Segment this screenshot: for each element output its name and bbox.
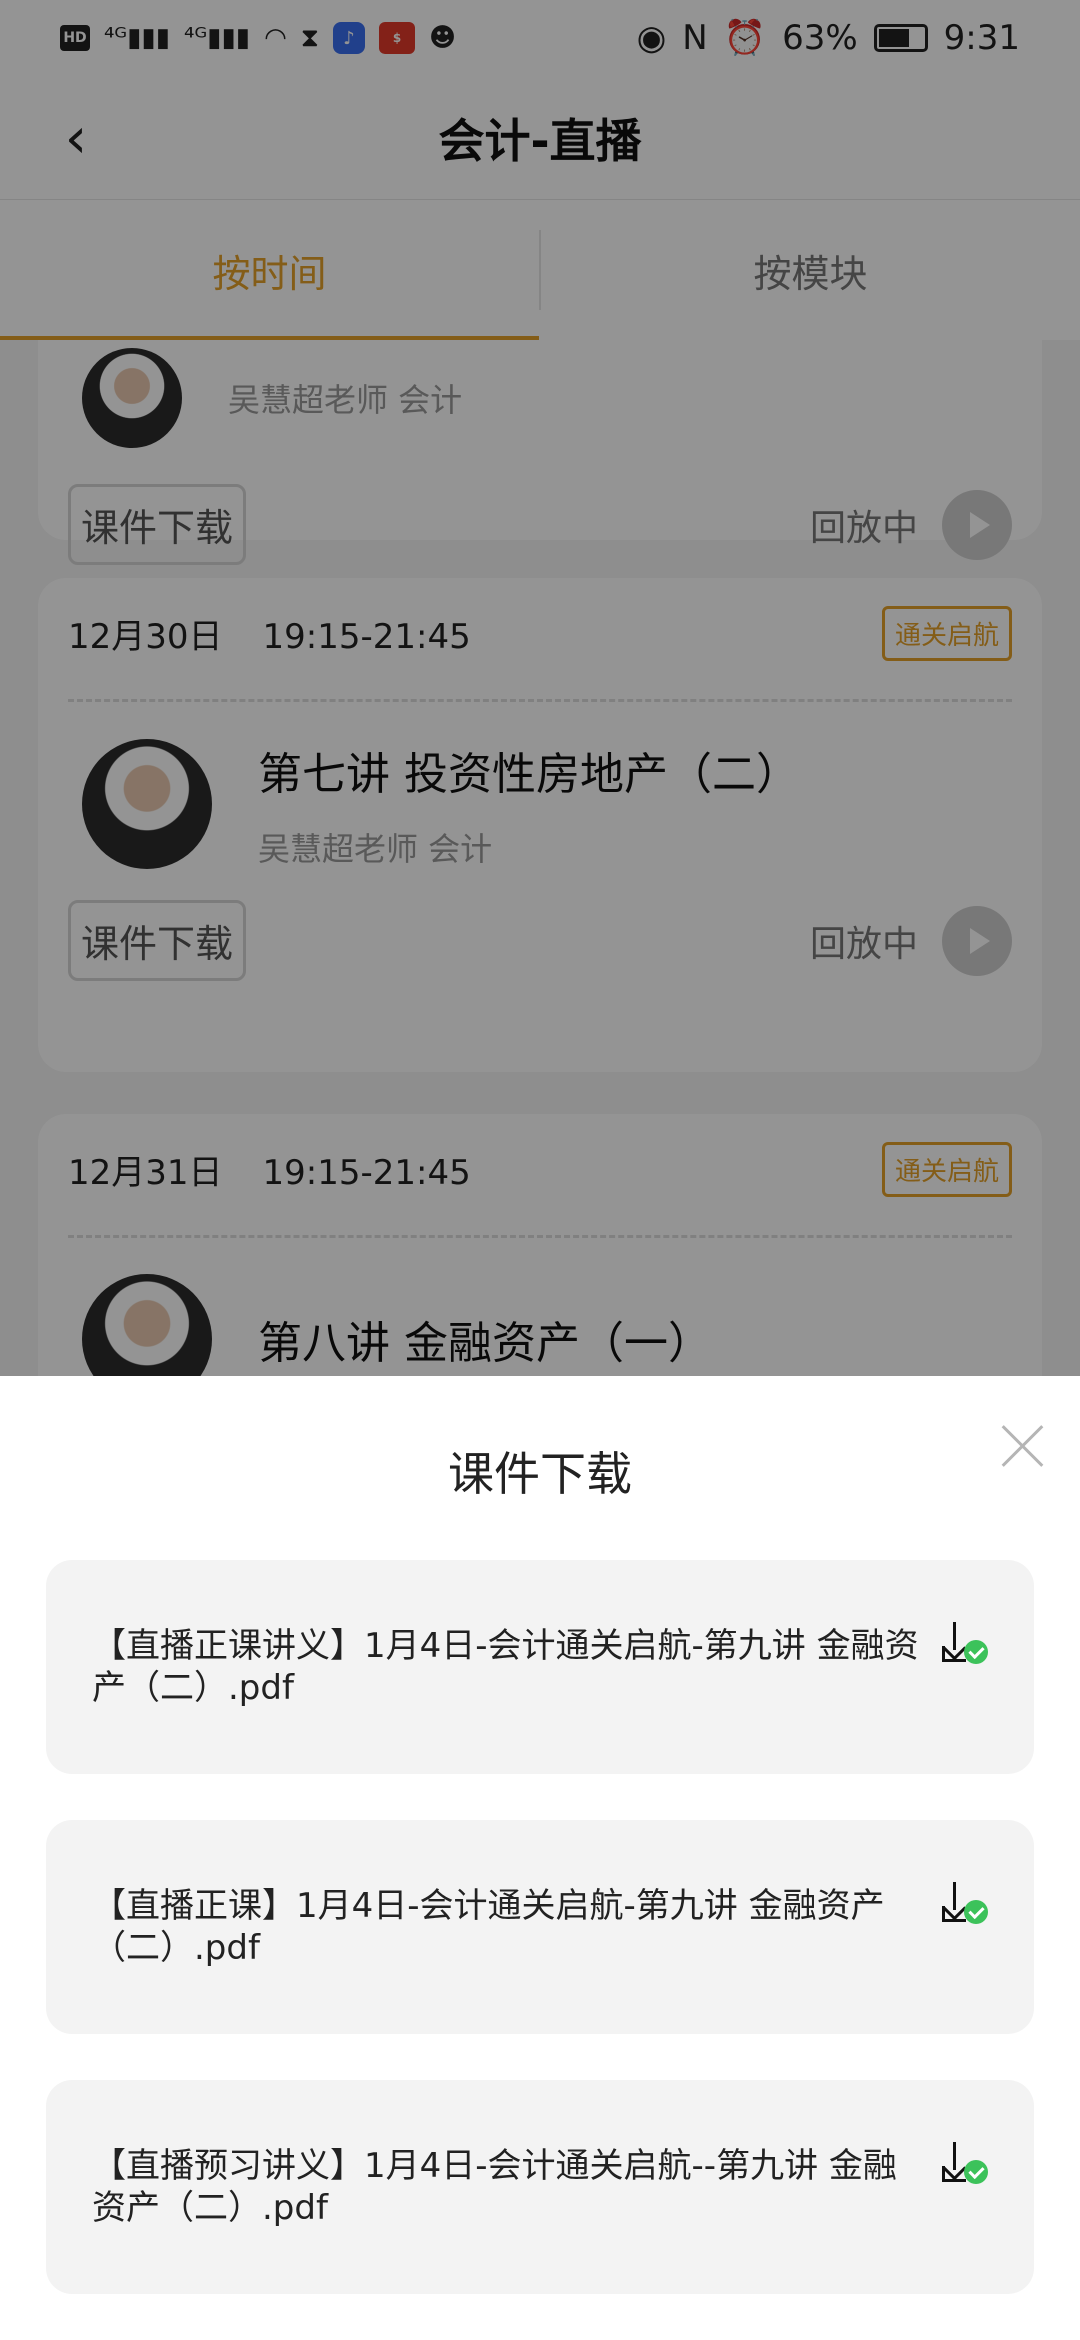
file-item[interactable]: 【直播正课】1月4日-会计通关启航-第九讲 金融资产（二）.pdf	[46, 1820, 1034, 2034]
file-item[interactable]: 【直播预习讲义】1月4日-会计通关启航--第九讲 金融资产（二）.pdf	[46, 2080, 1034, 2294]
download-done-icon[interactable]	[942, 1622, 988, 1674]
download-done-icon[interactable]	[942, 2142, 988, 2194]
file-name: 【直播正课讲义】1月4日-会计通关启航-第九讲 金融资产（二）.pdf	[92, 1626, 919, 1708]
close-icon[interactable]	[992, 1416, 1052, 1476]
download-done-icon[interactable]	[942, 1882, 988, 1934]
modal-backdrop[interactable]	[0, 0, 1080, 1376]
sheet-title: 课件下载	[448, 1447, 632, 1501]
file-name: 【直播正课】1月4日-会计通关启航-第九讲 金融资产（二）.pdf	[92, 1886, 885, 1968]
file-item[interactable]: 【直播正课讲义】1月4日-会计通关启航-第九讲 金融资产（二）.pdf	[46, 1560, 1034, 1774]
download-sheet: 课件下载 【直播正课讲义】1月4日-会计通关启航-第九讲 金融资产（二）.pdf…	[0, 1376, 1080, 2340]
file-name: 【直播预习讲义】1月4日-会计通关启航--第九讲 金融资产（二）.pdf	[92, 2146, 897, 2228]
